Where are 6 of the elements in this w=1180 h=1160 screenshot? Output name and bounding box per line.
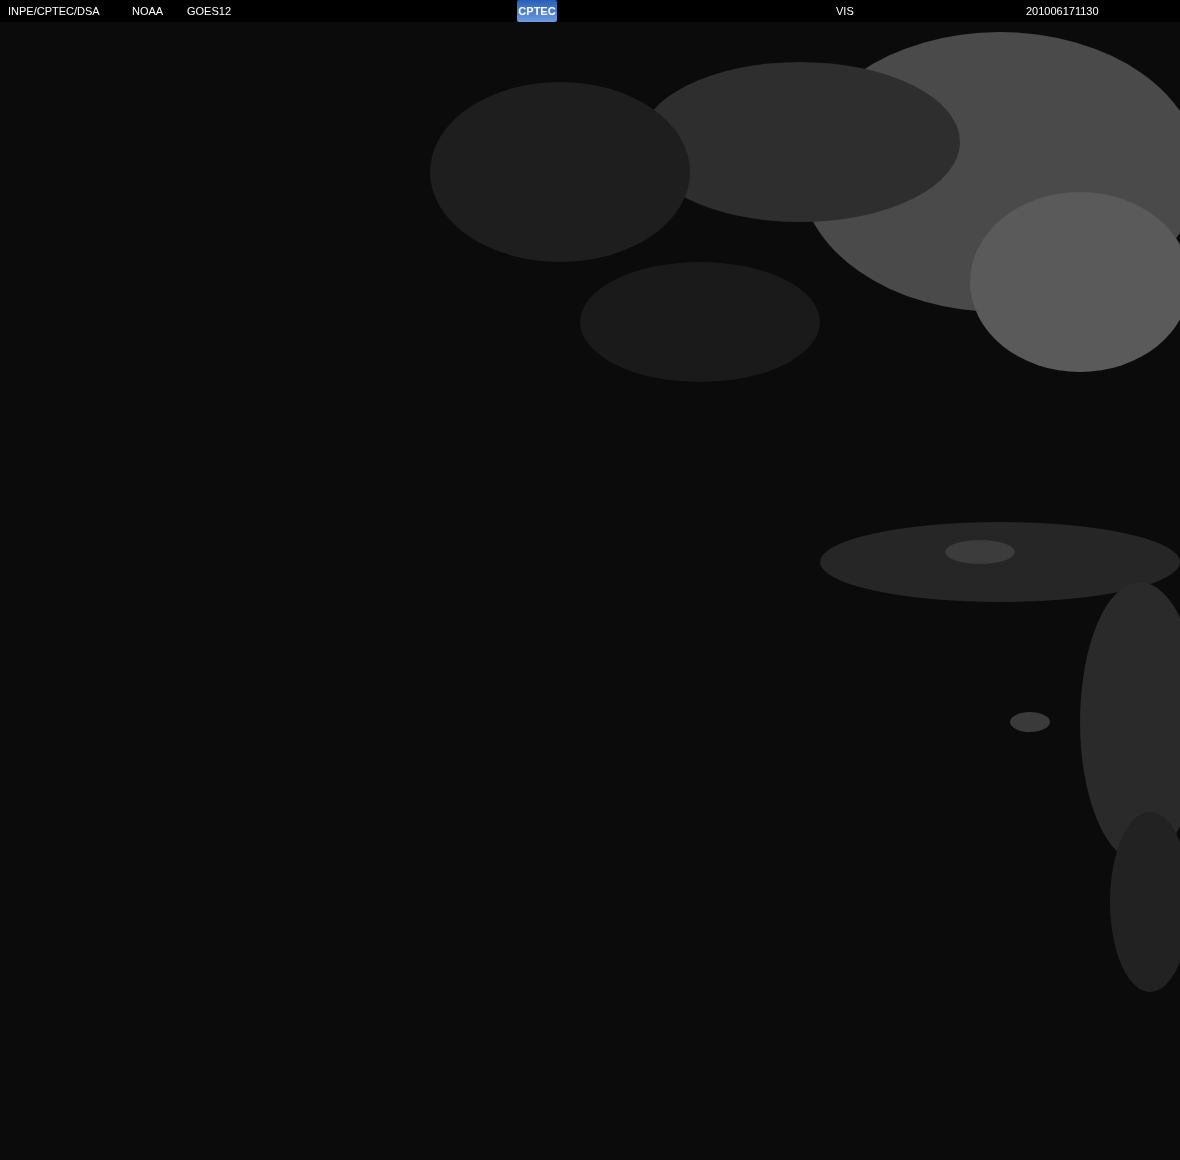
satellite-label: GOES12 bbox=[187, 5, 233, 17]
agency-label: INPE/CPTEC/DSA bbox=[8, 5, 101, 17]
source-label: NOAA bbox=[132, 5, 165, 17]
channel-label: VIS bbox=[836, 5, 855, 17]
logo: CPTEC bbox=[517, 0, 557, 22]
timestamp-label: 201006171130 bbox=[1026, 5, 1100, 17]
